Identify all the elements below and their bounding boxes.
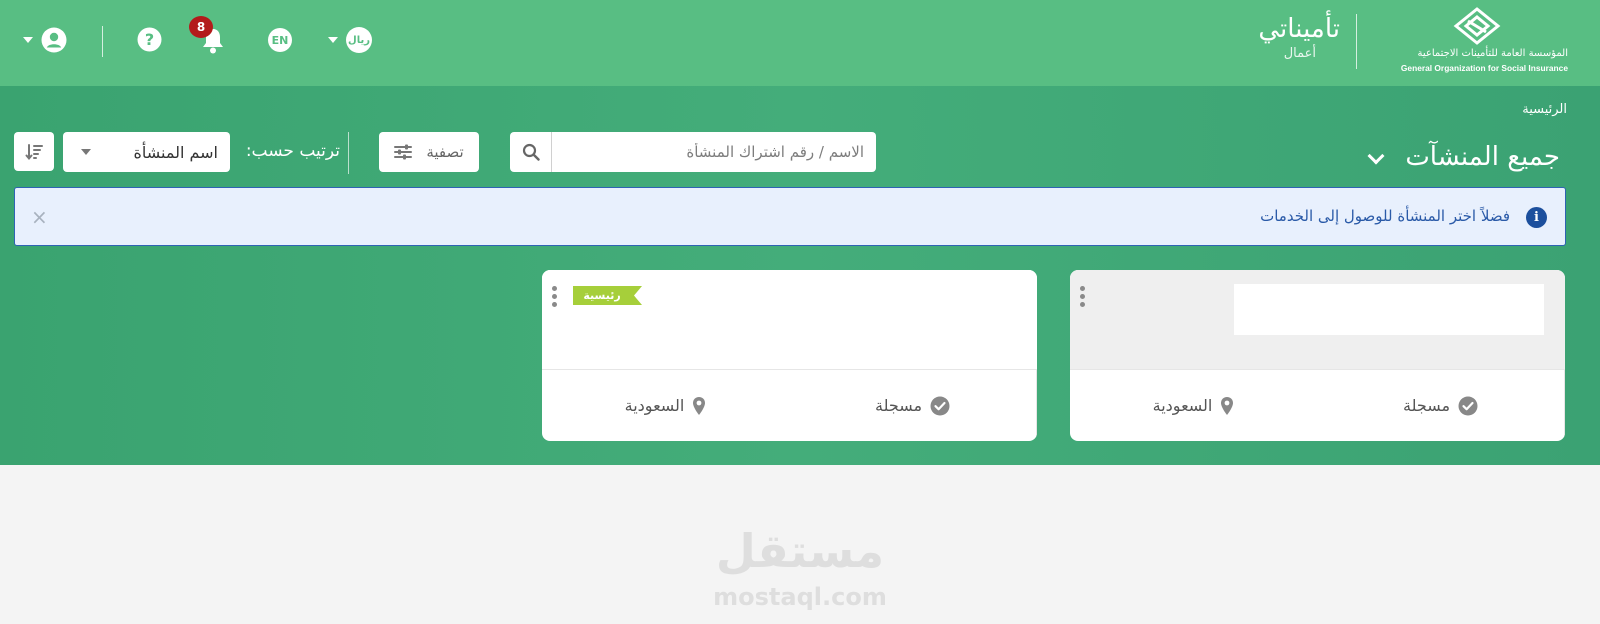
- check-circle-icon: [930, 396, 950, 415]
- brand-subtitle: أعمال: [1283, 46, 1316, 61]
- card-footer: السعودية مسجلة: [542, 369, 1037, 441]
- country-label: السعودية: [1152, 396, 1213, 415]
- watermark-english: mostaql.com: [713, 583, 887, 611]
- currency-menu[interactable]: ريال: [324, 27, 376, 53]
- card-status: مسجلة: [789, 370, 1037, 441]
- sliders-icon: [394, 144, 413, 160]
- info-alert: i فضلاً اختر المنشأة للوصول إلى الخدمات …: [14, 187, 1566, 246]
- check-circle-icon: [1458, 396, 1478, 415]
- card-country: السعودية: [542, 370, 789, 441]
- establishment-card[interactable]: رئيسية السعودية مسجلة: [542, 270, 1037, 441]
- user-menu[interactable]: [20, 26, 70, 54]
- logo-arabic-text: المؤسسة العامة للتأمينات الاجتماعية: [1417, 48, 1568, 59]
- watermark-arabic: مستقل: [715, 524, 885, 578]
- search-button[interactable]: [510, 132, 552, 172]
- card-menu-icon[interactable]: [551, 286, 557, 307]
- card-header: رئيسية: [542, 270, 1037, 369]
- svg-text:?: ?: [145, 30, 154, 49]
- question-icon: ?: [137, 27, 162, 52]
- status-label: مسجلة: [1402, 396, 1451, 415]
- page-title[interactable]: جميع المنشآت: [1405, 142, 1560, 172]
- location-pin-icon: [693, 396, 706, 415]
- user-icon: [41, 27, 67, 53]
- alert-message: فضلاً اختر المنشأة للوصول إلى الخدمات: [1260, 207, 1510, 225]
- main-ribbon-label: رئيسية: [583, 289, 621, 302]
- status-label: مسجلة: [874, 396, 923, 415]
- sort-descending-icon: [25, 143, 43, 160]
- card-status: مسجلة: [1317, 370, 1565, 441]
- toolbar-divider: [348, 132, 349, 174]
- close-icon[interactable]: ×: [31, 205, 48, 229]
- chevron-down-icon: [328, 37, 338, 43]
- country-label: السعودية: [624, 396, 685, 415]
- brand-divider: [1356, 14, 1357, 69]
- card-menu-icon[interactable]: [1079, 286, 1085, 307]
- logo-english-text: General Organization for Social Insuranc…: [1400, 63, 1568, 73]
- header-divider: [102, 26, 103, 57]
- info-icon: i: [1526, 207, 1547, 228]
- notification-badge: 8: [189, 16, 213, 38]
- language-toggle[interactable]: EN: [268, 28, 292, 52]
- search-input[interactable]: [552, 132, 876, 172]
- card-header: [1070, 270, 1565, 369]
- help-button[interactable]: ?: [137, 27, 162, 52]
- sort-select[interactable]: اسم المنشأة: [63, 132, 230, 172]
- currency-icon: ريال: [346, 27, 372, 53]
- top-header: ? 8 EN ريال تأميناتي أعمال المؤسسة العام…: [0, 0, 1600, 86]
- chevron-down-icon: [81, 149, 91, 155]
- establishment-card[interactable]: السعودية مسجلة: [1070, 270, 1565, 441]
- filter-label: تصفية: [426, 143, 464, 161]
- chevron-down-icon: [23, 37, 33, 43]
- search-icon: [522, 143, 540, 161]
- sort-selected-value: اسم المنشأة: [133, 142, 218, 162]
- filter-button[interactable]: تصفية: [379, 132, 479, 172]
- card-footer: السعودية مسجلة: [1070, 369, 1565, 441]
- breadcrumb[interactable]: الرئيسية: [1522, 102, 1567, 117]
- search-box: [510, 132, 876, 172]
- gosi-logo-icon: [1453, 7, 1501, 45]
- location-pin-icon: [1221, 396, 1234, 415]
- brand-name: تأميناتي: [1258, 14, 1340, 44]
- card-country: السعودية: [1070, 370, 1317, 441]
- sort-direction-button[interactable]: [14, 132, 54, 171]
- establishment-name-placeholder: [1234, 284, 1544, 335]
- sort-label: ترتيب حسب:: [245, 141, 340, 161]
